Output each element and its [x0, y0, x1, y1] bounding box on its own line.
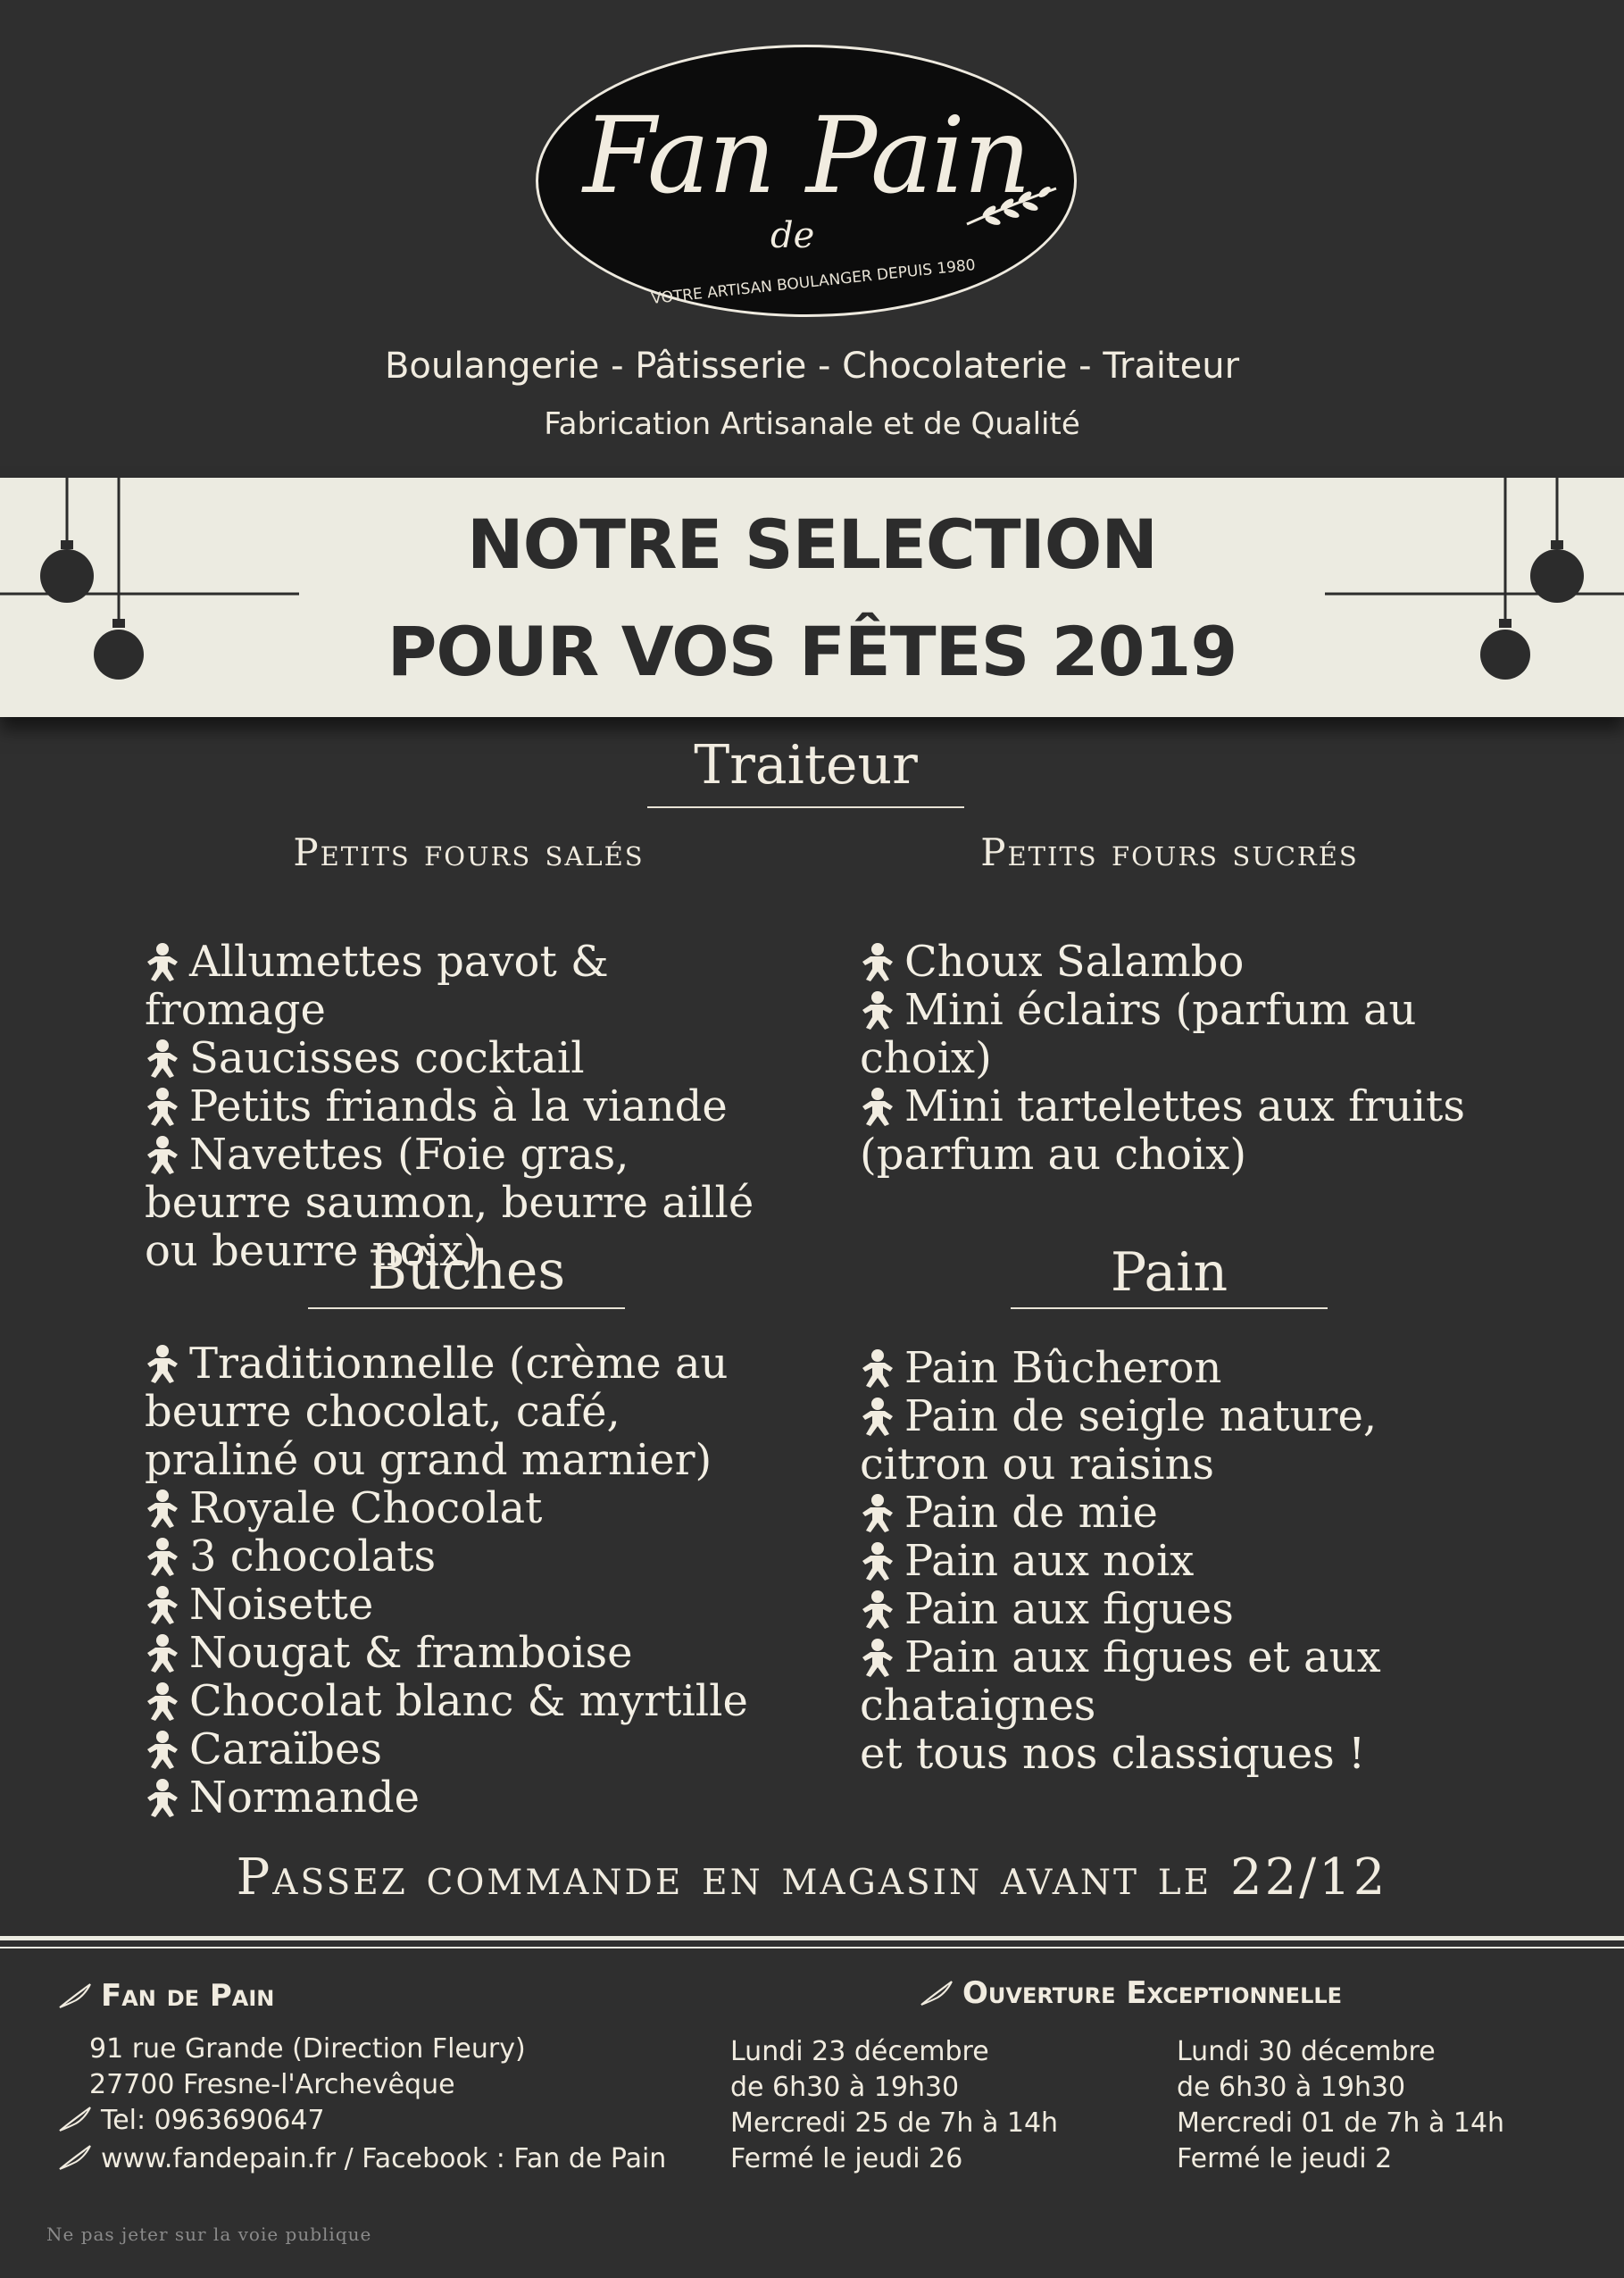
- gingerbread-icon: [860, 1087, 895, 1126]
- list-item: Pain de mie: [860, 1489, 1485, 1537]
- fine-print: Ne pas jeter sur la voie publique: [46, 2224, 372, 2245]
- list-item: Pain aux figues et aux chataignes: [860, 1632, 1381, 1731]
- feather-icon: [920, 1979, 954, 2006]
- list-item: Chocolat blanc & myrtille: [145, 1677, 787, 1725]
- gingerbread-icon: [860, 1348, 895, 1388]
- footer-web: www.fandepain.fr / Facebook : Fan de Pai…: [58, 2141, 666, 2177]
- gingerbread-icon: [860, 942, 895, 981]
- list-item: Normande: [145, 1773, 787, 1822]
- gingerbread-icon: [145, 1135, 180, 1174]
- section-rule-traiteur: [647, 806, 964, 808]
- feather-icon: [58, 2106, 92, 2132]
- wheat-icon: [966, 187, 1057, 226]
- gingerbread-icon: [145, 1087, 180, 1126]
- opening-week1: Lundi 23 décembre de 6h30 à 19h30 Mercre…: [730, 2036, 1059, 2174]
- quality-line: Fabrication Artisanale et de Qualité: [544, 406, 1080, 442]
- gingerbread-icon: [860, 1590, 895, 1629]
- gingerbread-icon: [145, 1039, 180, 1078]
- gingerbread-icon: [145, 1489, 180, 1528]
- section-rule-pain: [1011, 1307, 1328, 1309]
- gingerbread-icon: [145, 1344, 180, 1383]
- list-item: Noisette: [145, 1581, 787, 1629]
- list-item: Nougat & framboise: [145, 1629, 787, 1677]
- list-item: Caraïbes: [145, 1725, 787, 1773]
- banner-title-line2: POUR VOS FÊTES 2019: [387, 612, 1238, 691]
- gingerbread-icon: [860, 1493, 895, 1532]
- feather-icon: [58, 1982, 92, 2008]
- list-petits-fours-sucres: Choux Salambo Mini éclairs (parfum au ch…: [860, 938, 1485, 1179]
- footer-shop-title: Fan de Pain: [58, 1978, 274, 2014]
- footer-rule-thick: [0, 1936, 1624, 1940]
- list-item: Royale Chocolat: [145, 1484, 787, 1532]
- section-rule-buches: [308, 1307, 625, 1309]
- logo-tagline: VOTRE ARTISAN BOULANGER DEPUIS 1980: [650, 255, 977, 309]
- list-item: Traditionnelle (crème au beurre chocolat…: [145, 1339, 729, 1485]
- gingerbread-icon: [145, 1537, 180, 1576]
- brand-logo: Fan Pain de VOTRE ARTISAN BOULANGER DEPU…: [536, 45, 1077, 317]
- section-title-traiteur: Traiteur: [694, 734, 918, 797]
- gingerbread-icon: [145, 1681, 180, 1721]
- list-pain: Pain Bûcheron Pain de seigle nature, cit…: [860, 1344, 1485, 1778]
- list-buches: Traditionnelle (crème au beurre chocolat…: [145, 1339, 787, 1822]
- footer-rule-thin: [0, 1947, 1624, 1948]
- list-closing: et tous nos classiques !: [860, 1729, 1366, 1779]
- list-item: Mini tartelettes aux fruits (parfum au c…: [860, 1081, 1465, 1180]
- list-item: Mini éclairs (parfum au choix): [860, 985, 1417, 1083]
- opening-week2: Lundi 30 décembre de 6h30 à 19h30 Mercre…: [1177, 2036, 1505, 2174]
- gingerbread-icon: [145, 1585, 180, 1624]
- gingerbread-icon: [860, 990, 895, 1030]
- footer-address1: 91 rue Grande (Direction Fleury): [89, 2033, 526, 2065]
- footer-address2: 27700 Fresne-l'Archevêque: [89, 2069, 455, 2100]
- feather-icon: [58, 2144, 92, 2171]
- gingerbread-icon: [145, 942, 180, 981]
- list-item: Pain aux figues: [860, 1585, 1485, 1633]
- list-item: Petits friands à la viande: [145, 1082, 787, 1131]
- gingerbread-icon: [145, 1633, 180, 1673]
- list-item: Pain Bûcheron: [860, 1344, 1485, 1392]
- order-deadline: Passez commande en magasin avant le 22/1…: [236, 1848, 1388, 1907]
- list-item: Pain de seigle nature, citron ou raisins: [860, 1391, 1378, 1489]
- footer-opening-title: Ouverture Exceptionnelle: [920, 1975, 1342, 2011]
- logo-script-de: de: [770, 215, 815, 256]
- services-line: Boulangerie - Pâtisserie - Chocolaterie …: [384, 346, 1240, 387]
- list-item: Pain aux noix: [860, 1537, 1485, 1585]
- list-item: Choux Salambo: [860, 938, 1485, 986]
- list-petits-fours-sales: Allumettes pavot & fromage Saucisses coc…: [145, 938, 787, 1275]
- subtitle-petits-fours-sucres: Petits fours sucrés: [980, 830, 1359, 874]
- gingerbread-icon: [145, 1778, 180, 1817]
- subtitle-petits-fours-sales: Petits fours salés: [293, 830, 645, 874]
- list-item: Saucisses cocktail: [145, 1034, 787, 1082]
- list-item: 3 chocolats: [145, 1532, 787, 1581]
- footer-phone: Tel: 0963690647: [58, 2103, 325, 2139]
- section-title-pain: Pain: [1110, 1241, 1228, 1304]
- gingerbread-icon: [860, 1638, 895, 1677]
- banner-title-line1: NOTRE SELECTION: [466, 505, 1158, 584]
- list-item: Allumettes pavot & fromage: [145, 937, 609, 1035]
- gingerbread-icon: [145, 1730, 180, 1769]
- section-title-buches: Bûches: [367, 1239, 566, 1302]
- gingerbread-icon: [860, 1397, 895, 1436]
- gingerbread-icon: [860, 1541, 895, 1581]
